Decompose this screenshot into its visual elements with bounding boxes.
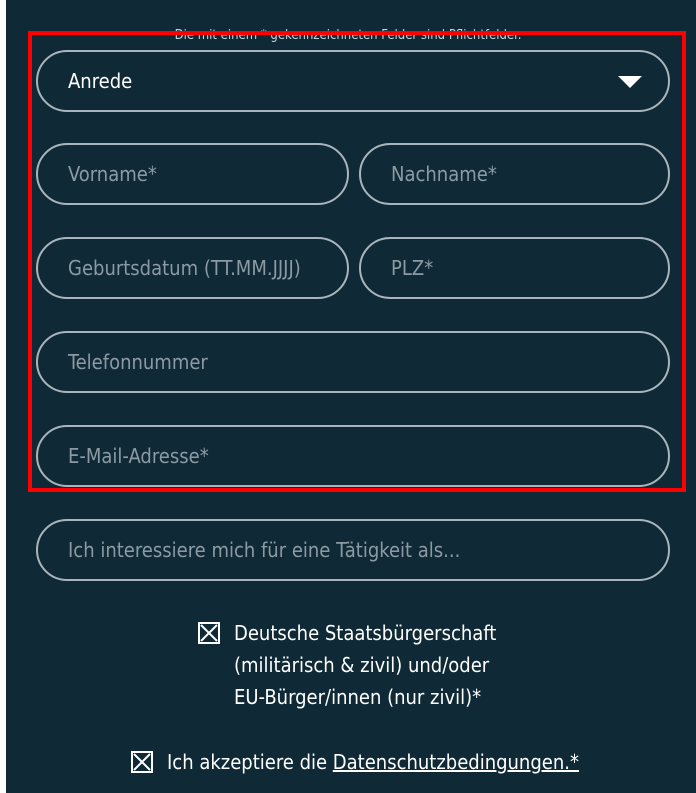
privacy-label: Ich akzeptiere die Datenschutzbedingunge… (167, 746, 579, 778)
citizenship-label-line-2: (militärisch & zivil) und/oder (234, 653, 490, 677)
privacy-consent: Ich akzeptiere die Datenschutzbedingunge… (131, 746, 579, 778)
firstname-placeholder: Vorname* (68, 162, 157, 186)
lastname-placeholder: Nachname* (391, 162, 497, 186)
caret-down-icon (618, 76, 642, 88)
firstname-input[interactable]: Vorname* (36, 143, 349, 205)
privacy-policy-link[interactable]: Datenschutzbedingungen.* (333, 750, 579, 774)
citizenship-label-line-1: Deutsche Staatsbürgerschaft (234, 621, 497, 645)
phone-placeholder: Telefonnummer (68, 350, 208, 374)
salutation-value: Anrede (68, 69, 133, 93)
interest-input[interactable]: Ich interessiere mich für eine Tätigkeit… (36, 519, 670, 581)
required-fields-notice: Die mit einem * gekennzeichneten Felder … (174, 28, 522, 43)
citizenship-label-line-3: EU-Bürger/innen (nur zivil)* (234, 685, 482, 709)
citizenship-label: Deutsche Staatsbürgerschaft (militärisch… (234, 617, 496, 713)
lastname-input[interactable]: Nachname* (359, 143, 670, 205)
email-placeholder: E-Mail-Adresse* (68, 444, 209, 468)
birthdate-input[interactable]: Geburtsdatum (TT.MM.JJJJ) (36, 237, 349, 299)
birthdate-placeholder: Geburtsdatum (TT.MM.JJJJ) (68, 256, 301, 280)
zip-input[interactable]: PLZ* (359, 237, 670, 299)
citizenship-consent: Deutsche Staatsbürgerschaft (militärisch… (198, 617, 496, 713)
email-input[interactable]: E-Mail-Adresse* (36, 425, 670, 487)
phone-input[interactable]: Telefonnummer (36, 331, 670, 393)
salutation-select[interactable]: Anrede (36, 50, 670, 112)
zip-placeholder: PLZ* (391, 256, 434, 280)
privacy-checkbox[interactable] (131, 751, 153, 773)
privacy-label-text: Ich akzeptiere die (167, 750, 333, 774)
citizenship-checkbox[interactable] (198, 622, 220, 644)
interest-placeholder: Ich interessiere mich für eine Tätigkeit… (68, 538, 461, 562)
x-mark-icon (200, 624, 218, 642)
x-mark-icon (133, 753, 151, 771)
